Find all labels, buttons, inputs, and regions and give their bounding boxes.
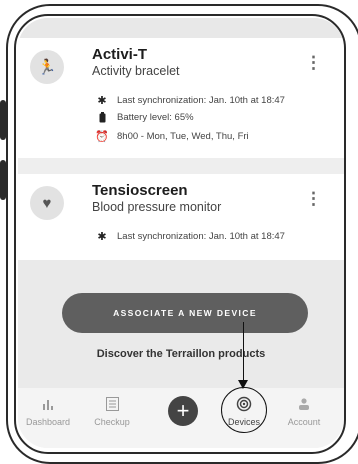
phone-side-button <box>0 100 6 140</box>
annotation-arrow-line <box>243 322 244 384</box>
devices-tab-highlight-circle <box>221 387 267 433</box>
phone-side-button <box>0 160 6 200</box>
phone-bezel <box>14 14 346 454</box>
